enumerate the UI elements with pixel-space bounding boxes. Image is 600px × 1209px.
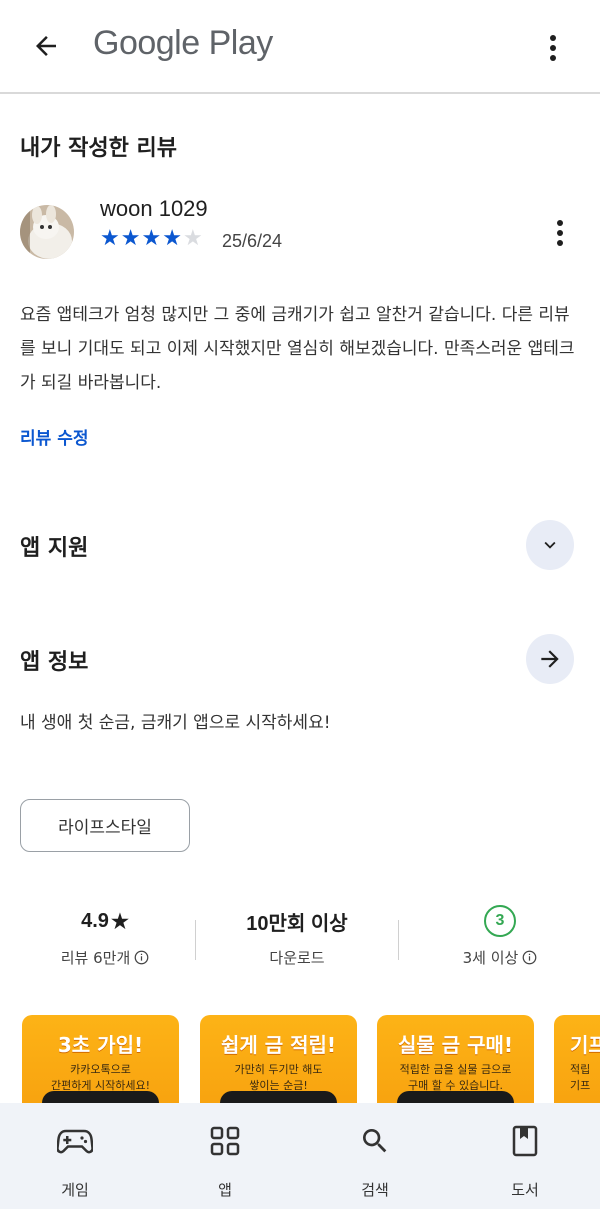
nav-label: 검색	[361, 1181, 389, 1199]
more-vert-icon	[557, 220, 563, 246]
screenshot-title: 쉽게 금 적립!	[220, 1033, 337, 1057]
book-icon	[512, 1125, 538, 1157]
nav-label: 앱	[218, 1181, 232, 1199]
back-button[interactable]	[26, 26, 66, 66]
bottom-navigation: 게임 앱 검색 도서	[0, 1103, 600, 1209]
screenshot-subtitle: 기프	[570, 1079, 591, 1092]
more-vert-icon	[550, 35, 556, 61]
stat-divider	[398, 920, 399, 960]
rating-value: 4.9	[81, 909, 109, 932]
reviewer-name: woon 1029	[100, 196, 208, 221]
nav-search[interactable]: 검색	[330, 1121, 420, 1200]
screenshot-card[interactable]: 실물 금 구매! 적립한 금을 실물 금으로 구매 할 수 있습니다.	[377, 1015, 534, 1105]
screenshot-subtitle: 카카오톡으로	[70, 1063, 131, 1076]
review-rating-stars: ★ ★ ★ ★ ★	[100, 228, 203, 250]
screenshot-subtitle: 가만히 두기만 해도	[234, 1063, 323, 1076]
screenshot-subtitle: 적립	[570, 1063, 591, 1076]
more-options-button[interactable]	[538, 28, 568, 68]
age-rating-badge: 3	[484, 905, 516, 937]
screenshot-title: 기프	[570, 1033, 600, 1057]
screenshot-subtitle: 적립한 금을 실물 금으로	[399, 1063, 512, 1076]
star-icon: ★	[182, 226, 203, 251]
info-icon	[134, 950, 149, 965]
downloads-stat: 10만회 이상 다운로드	[222, 905, 372, 968]
top-app-bar: Google Play	[0, 0, 600, 94]
app-short-description: 내 생애 첫 순금, 금캐기 앱으로 시작하세요!	[20, 713, 331, 733]
nav-books[interactable]: 도서	[480, 1121, 570, 1200]
nav-label: 도서	[511, 1181, 539, 1199]
edit-review-link[interactable]: 리뷰 수정	[20, 424, 88, 449]
store-title: Google Play	[93, 24, 273, 62]
nav-apps[interactable]: 앱	[180, 1121, 270, 1200]
apps-grid-icon	[210, 1126, 240, 1156]
rating-count-label: 리뷰 6만개	[60, 949, 131, 967]
star-icon: ★	[110, 910, 129, 933]
reviewer-avatar	[20, 205, 74, 259]
stat-divider	[195, 920, 196, 960]
downloads-value: 10만회 이상	[246, 912, 348, 935]
my-review-heading: 내가 작성한 리뷰	[20, 136, 177, 161]
nav-label: 게임	[61, 1181, 89, 1199]
review-text: 요즘 앱테크가 엄청 많지만 그 중에 금캐기가 쉽고 알찬거 같습니다. 다른…	[20, 305, 575, 393]
screenshot-card[interactable]: 3초 가입! 카카오톡으로 간편하게 시작하세요!	[22, 1015, 179, 1105]
gamepad-icon	[57, 1129, 93, 1154]
age-rating-label: 3세 이상	[462, 949, 519, 967]
content-rating-stat[interactable]: 3 3세 이상	[425, 905, 575, 968]
arrow-right-icon	[541, 650, 559, 668]
arrow-left-icon	[36, 36, 56, 56]
screenshot-card[interactable]: 쉽게 금 적립! 가만히 두기만 해도 쌓이는 순금!	[200, 1015, 357, 1105]
screenshot-card[interactable]: 기프 적립 기프	[554, 1015, 600, 1105]
downloads-label: 다운로드	[269, 949, 325, 967]
rating-stat[interactable]: 4.9 ★ 리뷰 6만개	[30, 905, 180, 968]
star-icon: ★	[141, 226, 162, 251]
search-icon	[363, 1129, 387, 1153]
screenshot-carousel[interactable]: 3초 가입! 카카오톡으로 간편하게 시작하세요! 쉽게 금 적립! 가만히 두…	[22, 1015, 600, 1105]
screenshot-title: 3초 가입!	[57, 1033, 144, 1057]
category-chip[interactable]: 라이프스타일	[20, 799, 190, 852]
screenshot-title: 실물 금 구매!	[397, 1033, 514, 1057]
nav-games[interactable]: 게임	[30, 1121, 120, 1200]
chevron-down-icon	[544, 541, 556, 549]
star-icon: ★	[162, 226, 182, 251]
expand-app-support-button[interactable]	[526, 520, 574, 570]
review-date: 25/6/24	[222, 231, 283, 251]
star-icon: ★	[100, 226, 120, 251]
star-icon: ★	[120, 226, 141, 251]
review-more-button[interactable]	[546, 215, 574, 251]
app-info-heading: 앱 정보	[20, 650, 89, 675]
info-icon	[522, 950, 537, 965]
app-support-heading: 앱 지원	[20, 536, 89, 561]
open-app-info-button[interactable]	[526, 634, 574, 684]
